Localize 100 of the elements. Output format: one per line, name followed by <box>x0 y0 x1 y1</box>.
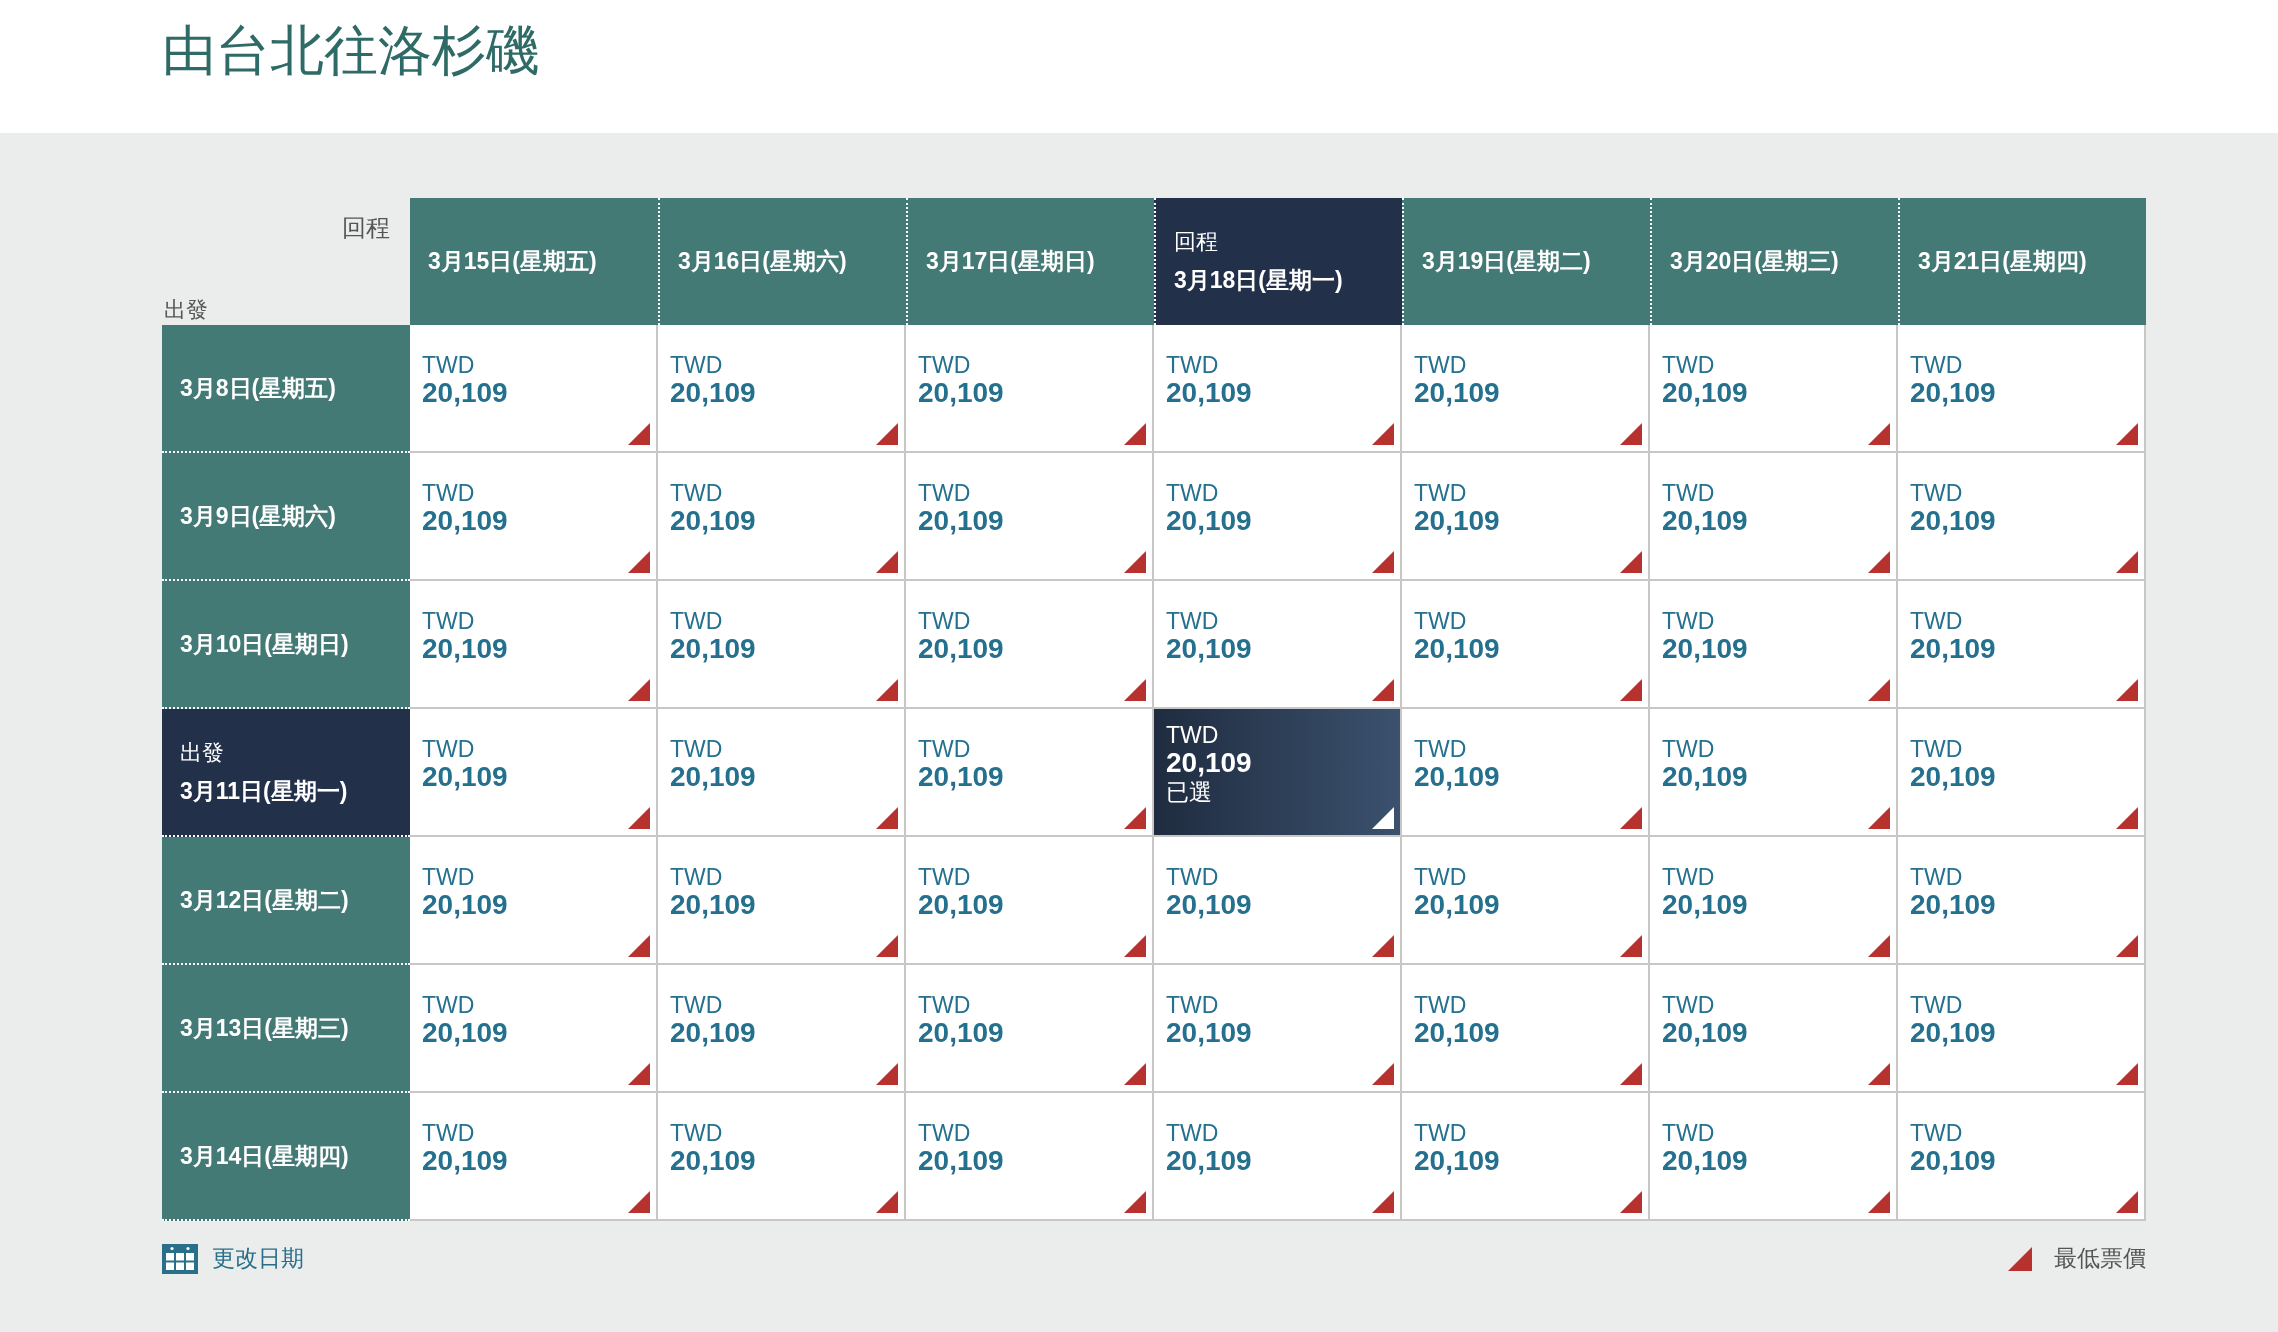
fare-cell[interactable]: TWD 20,109 <box>1650 325 1898 453</box>
fare-price: 20,109 <box>422 634 508 666</box>
return-date: 3月17日(星期日) <box>926 247 1095 276</box>
currency-label: TWD <box>1910 993 1963 1019</box>
departure-date: 3月10日(星期日) <box>180 629 349 659</box>
fare-cell[interactable]: TWD 20,109 <box>1402 325 1650 453</box>
fare-cell[interactable]: TWD 20,109 <box>410 965 658 1093</box>
legend-label: 最低票價 <box>2054 1244 2146 1273</box>
fare-cell[interactable]: TWD 20,109 <box>1154 453 1402 581</box>
fare-cell[interactable]: TWD 20,109 <box>906 965 1154 1093</box>
fare-price: 20,109 <box>1414 890 1500 922</box>
fare-cell[interactable]: TWD 20,109 <box>1650 581 1898 709</box>
departure-date: 3月14日(星期四) <box>180 1141 349 1171</box>
fare-cell[interactable]: TWD 20,109 <box>1154 581 1402 709</box>
fare-cell[interactable]: TWD 20,109 <box>906 709 1154 837</box>
fare-cell[interactable]: TWD 20,109 <box>906 837 1154 965</box>
fare-price: 20,109 <box>918 634 1004 666</box>
fare-cell[interactable]: TWD 20,109 <box>658 965 906 1093</box>
fare-price: 20,109 <box>1166 1018 1252 1050</box>
fare-cell[interactable]: TWD 20,109 <box>410 709 658 837</box>
fare-cell[interactable]: TWD 20,109 <box>1898 965 2146 1093</box>
fare-cell[interactable]: TWD 20,109 <box>410 581 658 709</box>
currency-label: TWD <box>1662 353 1715 379</box>
return-date-header[interactable]: 3月19日(星期二) <box>1402 198 1650 325</box>
fare-cell[interactable]: TWD 20,109 <box>1898 453 2146 581</box>
departure-date-header[interactable]: 出發 3月11日(星期一) <box>162 709 410 837</box>
departure-date-header[interactable]: 3月14日(星期四) <box>162 1093 410 1221</box>
fare-cell[interactable]: TWD 20,109 <box>1402 709 1650 837</box>
fare-cell[interactable]: TWD 20,109 <box>1898 709 2146 837</box>
fare-cell[interactable]: TWD 20,109 <box>410 837 658 965</box>
currency-label: TWD <box>1414 1121 1467 1147</box>
fare-price: 20,109 <box>1662 506 1748 538</box>
fare-cell[interactable]: TWD 20,109 <box>906 1093 1154 1221</box>
fare-price: 20,109 <box>670 634 756 666</box>
fare-cell[interactable]: TWD 20,109 <box>658 453 906 581</box>
fare-price: 20,109 <box>918 378 1004 410</box>
fare-cell[interactable]: TWD 20,109 <box>1402 453 1650 581</box>
fare-cell[interactable]: TWD 20,109 <box>1898 1093 2146 1221</box>
currency-label: TWD <box>1414 737 1467 763</box>
fare-cell[interactable]: TWD 20,109 <box>1154 965 1402 1093</box>
fare-price: 20,109 <box>1662 762 1748 794</box>
fare-cell[interactable]: TWD 20,109 <box>1154 325 1402 453</box>
currency-label: TWD <box>422 481 475 507</box>
departure-date-header[interactable]: 3月12日(星期二) <box>162 837 410 965</box>
fare-cell[interactable]: TWD 20,109 <box>906 453 1154 581</box>
fare-cell[interactable]: TWD 20,109 <box>1402 837 1650 965</box>
return-date-header[interactable]: 3月16日(星期六) <box>658 198 906 325</box>
fare-cell[interactable]: TWD 20,109 <box>906 325 1154 453</box>
return-date: 3月16日(星期六) <box>678 247 847 276</box>
fare-cell[interactable]: TWD 20,109 已選 <box>1154 709 1402 837</box>
fare-cell[interactable]: TWD 20,109 <box>1650 709 1898 837</box>
fare-cell[interactable]: TWD 20,109 <box>1898 581 2146 709</box>
fare-cell[interactable]: TWD 20,109 <box>658 325 906 453</box>
fare-cell[interactable]: TWD 20,109 <box>1154 1093 1402 1221</box>
fare-cell[interactable]: TWD 20,109 <box>1650 453 1898 581</box>
currency-label: TWD <box>670 737 723 763</box>
return-date-header[interactable]: 回程 3月18日(星期一) <box>1154 198 1402 325</box>
fare-cell[interactable]: TWD 20,109 <box>1898 325 2146 453</box>
fare-cell[interactable]: TWD 20,109 <box>1154 837 1402 965</box>
departure-date-header[interactable]: 3月13日(星期三) <box>162 965 410 1093</box>
fare-cell[interactable]: TWD 20,109 <box>410 1093 658 1221</box>
return-date-header[interactable]: 3月21日(星期四) <box>1898 198 2146 325</box>
fare-cell[interactable]: TWD 20,109 <box>658 1093 906 1221</box>
fare-cell[interactable]: TWD 20,109 <box>1650 965 1898 1093</box>
fare-price: 20,109 <box>1414 1018 1500 1050</box>
fare-cell[interactable]: TWD 20,109 <box>1898 837 2146 965</box>
fare-cell[interactable]: TWD 20,109 <box>658 709 906 837</box>
fare-cell[interactable]: TWD 20,109 <box>1650 1093 1898 1221</box>
fare-price: 20,109 <box>670 762 756 794</box>
page-title: 由台北往洛杉磯 <box>162 19 540 82</box>
fare-cell[interactable]: TWD 20,109 <box>410 325 658 453</box>
fare-price: 20,109 <box>1166 890 1252 922</box>
fare-cell[interactable]: TWD 20,109 <box>1402 581 1650 709</box>
currency-label: TWD <box>1910 353 1963 379</box>
return-date-header[interactable]: 3月15日(星期五) <box>410 198 658 325</box>
fare-cell[interactable]: TWD 20,109 <box>410 453 658 581</box>
currency-label: TWD <box>1662 481 1715 507</box>
fare-cell[interactable]: TWD 20,109 <box>906 581 1154 709</box>
departure-date-header[interactable]: 3月9日(星期六) <box>162 453 410 581</box>
return-date-header[interactable]: 3月20日(星期三) <box>1650 198 1898 325</box>
fare-cell[interactable]: TWD 20,109 <box>1402 1093 1650 1221</box>
fare-cell[interactable]: TWD 20,109 <box>1402 965 1650 1093</box>
currency-label: TWD <box>1414 481 1467 507</box>
fare-cell[interactable]: TWD 20,109 <box>658 581 906 709</box>
fare-cell[interactable]: TWD 20,109 <box>658 837 906 965</box>
fare-price: 20,109 <box>1910 1146 1996 1178</box>
change-dates-link[interactable]: 更改日期 <box>162 1243 304 1274</box>
fare-price: 20,109 <box>670 1018 756 1050</box>
fare-cell[interactable]: TWD 20,109 <box>1650 837 1898 965</box>
currency-label: TWD <box>918 865 971 891</box>
fare-price: 20,109 <box>670 890 756 922</box>
departure-date-header[interactable]: 3月10日(星期日) <box>162 581 410 709</box>
currency-label: TWD <box>918 481 971 507</box>
departure-date: 3月12日(星期二) <box>180 885 349 915</box>
departure-tag: 出發 <box>180 737 224 768</box>
return-date-header[interactable]: 3月17日(星期日) <box>906 198 1154 325</box>
departure-date-header[interactable]: 3月8日(星期五) <box>162 325 410 453</box>
return-date: 3月21日(星期四) <box>1918 247 2087 276</box>
fare-price: 20,109 <box>1662 378 1748 410</box>
fare-price: 20,109 <box>1414 506 1500 538</box>
